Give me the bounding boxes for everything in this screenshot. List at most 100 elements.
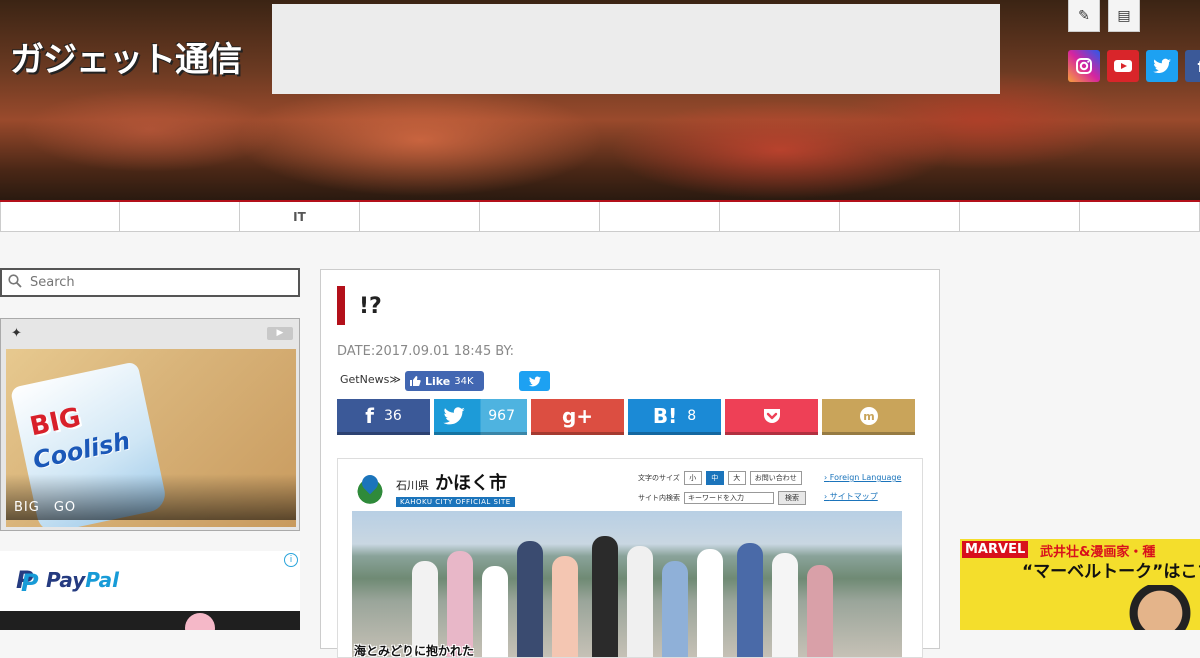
city-name-text: かほく市 [435, 473, 507, 494]
paypal-word-pal: Pal [85, 568, 120, 592]
pencil-icon[interactable]: ✎ [1068, 0, 1100, 32]
header-ad-slot[interactable] [272, 4, 1000, 94]
featured-widget: ✦ ▶ BIG Coolish BIG GO [0, 318, 300, 531]
hatena-share-count: 8 [687, 407, 697, 424]
embedded-city-site-image: 石川県 かほく市 KAHOKU CITY OFFICIAL SITE 文字のサイズ… [337, 458, 923, 658]
googleplus-icon: g+ [561, 403, 594, 428]
facebook-icon[interactable]: f [1185, 50, 1200, 82]
paypal-wordmark: PayPal [46, 568, 119, 592]
site-tools: 文字のサイズ 小 中 大 お問い合わせ サイト内検索 キーワードを入力 検索 [638, 471, 806, 511]
instagram-icon[interactable] [1068, 50, 1100, 82]
person-figure [627, 546, 653, 657]
article-date: DATE:2017.09.01 18:45 [337, 344, 492, 359]
site-links: › Foreign Language › サイトマップ [824, 473, 901, 511]
document-icon[interactable]: ▤ [1108, 0, 1140, 32]
nav-item-6[interactable] [600, 202, 720, 232]
pocket-icon [763, 408, 780, 423]
twitter-icon [442, 406, 466, 426]
person-figure [552, 556, 578, 657]
like-count: 34K [454, 375, 474, 387]
twitter-share-button[interactable]: 967 [434, 399, 527, 435]
mixi-check-icon: m [859, 406, 878, 425]
googleplus-share-button[interactable]: g+ [531, 399, 624, 435]
paypal-p-icon: P P [16, 566, 39, 597]
nav-item-7[interactable] [720, 202, 840, 232]
article-meta: DATE:2017.09.01 18:45 BY: [337, 344, 518, 359]
tweet-button[interactable] [519, 371, 550, 391]
nav-item-8[interactable] [840, 202, 960, 232]
keyword-field: キーワードを入力 [684, 492, 774, 504]
size-large-button: 大 [727, 471, 746, 485]
nav-item-4[interactable] [360, 202, 480, 232]
title-accent-bar [337, 286, 345, 325]
marvel-ad-portrait [1120, 585, 1200, 630]
search-icon [2, 273, 28, 292]
twitter-share-count: 967 [488, 407, 515, 424]
paypal-ad-image [0, 611, 300, 630]
city-logo: 石川県 かほく市 KAHOKU CITY OFFICIAL SITE [352, 469, 515, 507]
nav-item-it[interactable]: IT [240, 202, 360, 232]
main-nav: IT [0, 200, 1200, 232]
search-box [0, 268, 300, 297]
article-card: !? DATE:2017.09.01 18:45 BY: GetNews≫ Lik… [320, 269, 940, 658]
paypal-logo: P P PayPal [16, 566, 119, 597]
person-figure [772, 553, 798, 657]
nav-item-9[interactable] [960, 202, 1080, 232]
sitemap-link: › サイトマップ [824, 492, 878, 501]
mixi-share-button[interactable]: m [822, 399, 915, 435]
facebook-share-count: 36 [383, 407, 402, 424]
header-banner: ガジェット通信 ✎ ▤ f [0, 0, 1200, 200]
contact-button: お問い合わせ [749, 471, 802, 485]
marvel-ad-subhead: “マーベルトーク”はこち [1022, 562, 1200, 582]
featured-caption[interactable]: BIG GO [6, 474, 296, 520]
site-search-label: サイト内検索 [638, 494, 680, 502]
nav-item-1[interactable] [0, 202, 120, 232]
keyword-search-button: 検索 [778, 491, 806, 505]
person-figure [662, 561, 688, 657]
person-figure [517, 541, 543, 657]
paypal-word-pay: Pay [46, 568, 86, 592]
paypal-ad[interactable]: P P PayPal i [0, 551, 300, 630]
article-title: !? [359, 294, 382, 319]
getnews-link[interactable]: GetNews≫ [340, 373, 401, 386]
facebook-icon: f [365, 403, 374, 428]
widget-header: ✦ ▶ [1, 319, 299, 347]
share-buttons: f 36 967 g+ B! 8 m [337, 399, 915, 435]
size-small-button: 小 [683, 471, 702, 485]
nav-item-10[interactable] [1080, 202, 1200, 232]
article-author-label: BY: [495, 344, 515, 359]
play-icon[interactable]: ▶ [267, 326, 293, 340]
person-figure [482, 566, 508, 657]
size-medium-button: 中 [705, 471, 724, 485]
like-label: Like [425, 374, 451, 388]
pocket-share-button[interactable] [725, 399, 818, 435]
search-input[interactable] [28, 274, 292, 291]
facebook-share-button[interactable]: f 36 [337, 399, 430, 435]
city-group-photo: 海とみどりに抱かれた [352, 511, 902, 658]
marvel-logo: MARVEL [962, 541, 1029, 558]
hatena-bookmark-icon: B! [652, 403, 678, 428]
city-emblem-icon [352, 471, 388, 505]
marvel-ad[interactable]: MARVEL 武井壮&漫画家・種 “マーベルトーク”はこち [960, 539, 1200, 630]
nav-item-5[interactable] [480, 202, 600, 232]
person-figure [697, 549, 723, 657]
youtube-icon[interactable] [1107, 50, 1139, 82]
ad-info-icon[interactable]: i [284, 553, 298, 567]
twitter-bird-icon [528, 376, 541, 386]
hatena-share-button[interactable]: B! 8 [628, 399, 721, 435]
svg-text:m: m [863, 410, 874, 423]
facebook-like-button[interactable]: Like 34K [405, 371, 484, 391]
site-logo[interactable]: ガジェット通信 [10, 32, 242, 81]
foreign-language-link: › Foreign Language [824, 473, 902, 482]
city-official-site: KAHOKU CITY OFFICIAL SITE [396, 497, 515, 507]
person-figure [737, 543, 763, 657]
product-brand: BIG [27, 402, 84, 443]
photo-caption: 海とみどりに抱かれた [354, 644, 475, 658]
city-name: 石川県 かほく市 [396, 469, 515, 495]
twitter-icon[interactable] [1146, 50, 1178, 82]
thumbs-up-icon [410, 376, 421, 386]
person-figure [592, 536, 618, 657]
nav-item-2[interactable] [120, 202, 240, 232]
star-icon: ✦ [11, 325, 22, 341]
font-size-label: 文字のサイズ [638, 474, 680, 482]
